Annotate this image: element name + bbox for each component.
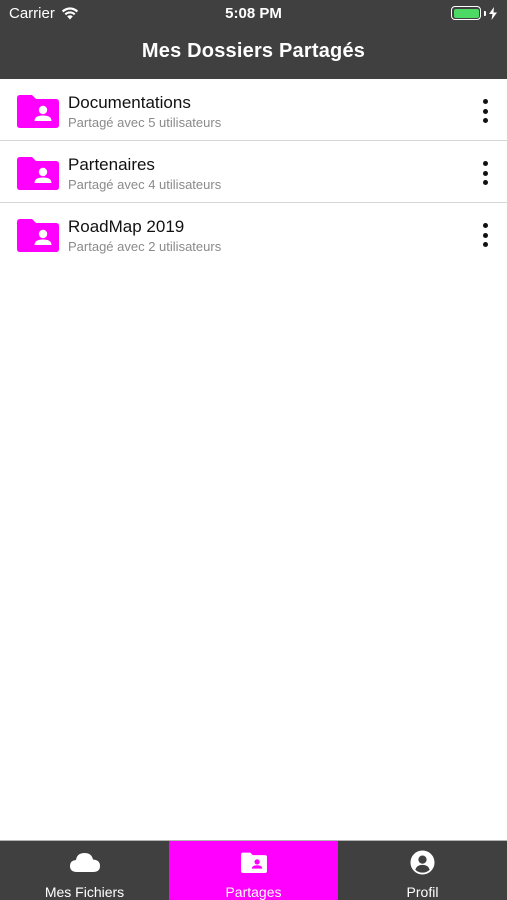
- folder-row-roadmap-2019[interactable]: RoadMap 2019 Partagé avec 2 utilisateurs: [0, 203, 507, 265]
- tab-partages[interactable]: Partages: [169, 841, 338, 900]
- shared-folder-icon: [17, 219, 59, 252]
- folder-name: RoadMap 2019: [68, 217, 185, 236]
- tab-label: Profil: [406, 884, 439, 900]
- battery-cap: [484, 10, 486, 16]
- shared-folders-list: Documentations Partagé avec 5 utilisateu…: [0, 79, 507, 265]
- tab-label: Mes Fichiers: [44, 884, 125, 900]
- status-time: 5:08 PM: [225, 5, 282, 22]
- tab-label: Partages: [225, 884, 282, 900]
- screen: Carrier 5:08 PM Mes Dossiers Partagés Do…: [0, 0, 507, 900]
- top-bar: Carrier 5:08 PM Mes Dossiers Partagés: [0, 0, 507, 79]
- cloud-icon: [69, 849, 100, 875]
- more-options-icon[interactable]: [479, 161, 491, 185]
- folder-row-documentations[interactable]: Documentations Partagé avec 5 utilisateu…: [0, 79, 507, 141]
- folder-row-partenaires[interactable]: Partenaires Partagé avec 4 utilisateurs: [0, 141, 507, 203]
- page-title: Mes Dossiers Partagés: [141, 40, 366, 62]
- shared-folder-icon: [17, 157, 59, 190]
- tab-bar: Mes Fichiers Partages Profil: [0, 840, 507, 900]
- more-options-icon[interactable]: [479, 223, 491, 247]
- charging-bolt-icon: [489, 6, 497, 20]
- tab-profil[interactable]: Profil: [338, 841, 507, 900]
- shared-folder-icon: [239, 849, 269, 875]
- status-bar: Carrier 5:08 PM: [0, 0, 507, 28]
- shared-folder-icon: [17, 95, 59, 128]
- folder-name: Documentations: [68, 93, 191, 112]
- folder-share-info: Partagé avec 2 utilisateurs: [68, 239, 222, 254]
- folder-share-info: Partagé avec 4 utilisateurs: [68, 177, 222, 192]
- user-circle-icon: [408, 849, 438, 875]
- battery-icon: [451, 6, 481, 20]
- more-options-icon[interactable]: [479, 99, 491, 123]
- tab-mes-fichiers[interactable]: Mes Fichiers: [0, 841, 169, 900]
- folder-name: Partenaires: [68, 155, 155, 174]
- battery-indicator: [451, 6, 497, 20]
- battery-fill: [453, 8, 479, 18]
- folder-share-info: Partagé avec 5 utilisateurs: [68, 115, 222, 130]
